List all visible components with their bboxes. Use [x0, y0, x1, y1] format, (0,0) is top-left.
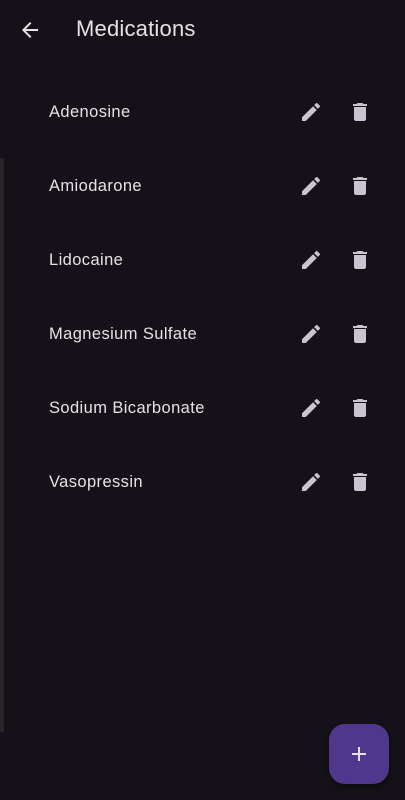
app-bar: Medications — [0, 0, 405, 60]
trash-icon — [348, 470, 372, 494]
medication-name: Magnesium Sulfate — [49, 325, 198, 343]
medication-name: Lidocaine — [49, 251, 124, 269]
edit-button[interactable] — [291, 314, 331, 354]
edit-button[interactable] — [291, 92, 331, 132]
arrow-back-icon — [18, 18, 42, 42]
medication-name: Adenosine — [49, 103, 131, 121]
medication-name: Vasopressin — [49, 473, 143, 491]
trash-icon — [348, 396, 372, 420]
edit-button[interactable] — [291, 240, 331, 280]
pencil-icon — [299, 248, 323, 272]
delete-button[interactable] — [340, 92, 380, 132]
edit-button[interactable] — [291, 166, 331, 206]
delete-button[interactable] — [340, 314, 380, 354]
plus-icon — [347, 742, 371, 766]
medication-name: Sodium Bicarbonate — [49, 399, 205, 417]
list-item[interactable]: Sodium Bicarbonate — [0, 371, 405, 445]
pencil-icon — [299, 322, 323, 346]
list-item[interactable]: Magnesium Sulfate — [0, 297, 405, 371]
pencil-icon — [299, 174, 323, 198]
delete-button[interactable] — [340, 240, 380, 280]
trash-icon — [348, 174, 372, 198]
medication-list: Adenosine Amiodarone Lidocaine Magnesium… — [0, 75, 405, 519]
pencil-icon — [299, 100, 323, 124]
list-item[interactable]: Adenosine — [0, 75, 405, 149]
delete-button[interactable] — [340, 388, 380, 428]
page-title: Medications — [76, 16, 196, 41]
edit-button[interactable] — [291, 462, 331, 502]
trash-icon — [348, 248, 372, 272]
edit-button[interactable] — [291, 388, 331, 428]
delete-button[interactable] — [340, 462, 380, 502]
back-button[interactable] — [10, 10, 50, 50]
trash-icon — [348, 100, 372, 124]
list-item[interactable]: Vasopressin — [0, 445, 405, 519]
delete-button[interactable] — [340, 166, 380, 206]
list-item[interactable]: Lidocaine — [0, 223, 405, 297]
medication-name: Amiodarone — [49, 177, 142, 195]
list-item[interactable]: Amiodarone — [0, 149, 405, 223]
pencil-icon — [299, 470, 323, 494]
pencil-icon — [299, 396, 323, 420]
trash-icon — [348, 322, 372, 346]
add-medication-button[interactable] — [329, 724, 389, 784]
